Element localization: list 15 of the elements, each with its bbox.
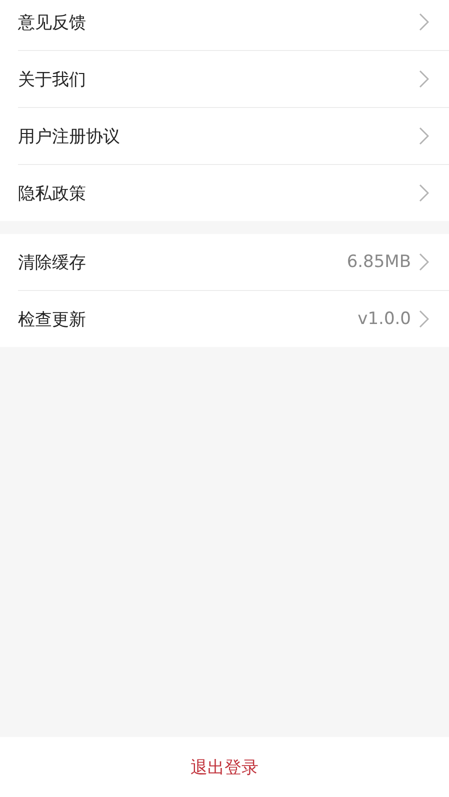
chevron-right-icon: [419, 127, 429, 145]
menu-item[interactable]: 关于我们: [18, 68, 419, 90]
chevron-right-icon: [419, 253, 429, 271]
menu-item[interactable]: 检查更新: [18, 308, 358, 330]
logout-button[interactable]: 退出登录: [180, 750, 268, 784]
item-value: 6.85MB: [346, 252, 411, 272]
chevron-right-icon: [419, 310, 429, 328]
menu-item[interactable]: 用户注册协议: [18, 124, 419, 148]
menu-item[interactable]: 意见反馈: [18, 10, 419, 34]
chevron-right-icon: [419, 70, 429, 88]
menu-item[interactable]: 清除缓存: [18, 250, 347, 274]
chevron-right-icon: [419, 13, 429, 31]
item-value: v1.0.0: [358, 309, 411, 329]
menu-item[interactable]: 隐私政策: [18, 182, 419, 204]
chevron-right-icon: [419, 184, 429, 202]
